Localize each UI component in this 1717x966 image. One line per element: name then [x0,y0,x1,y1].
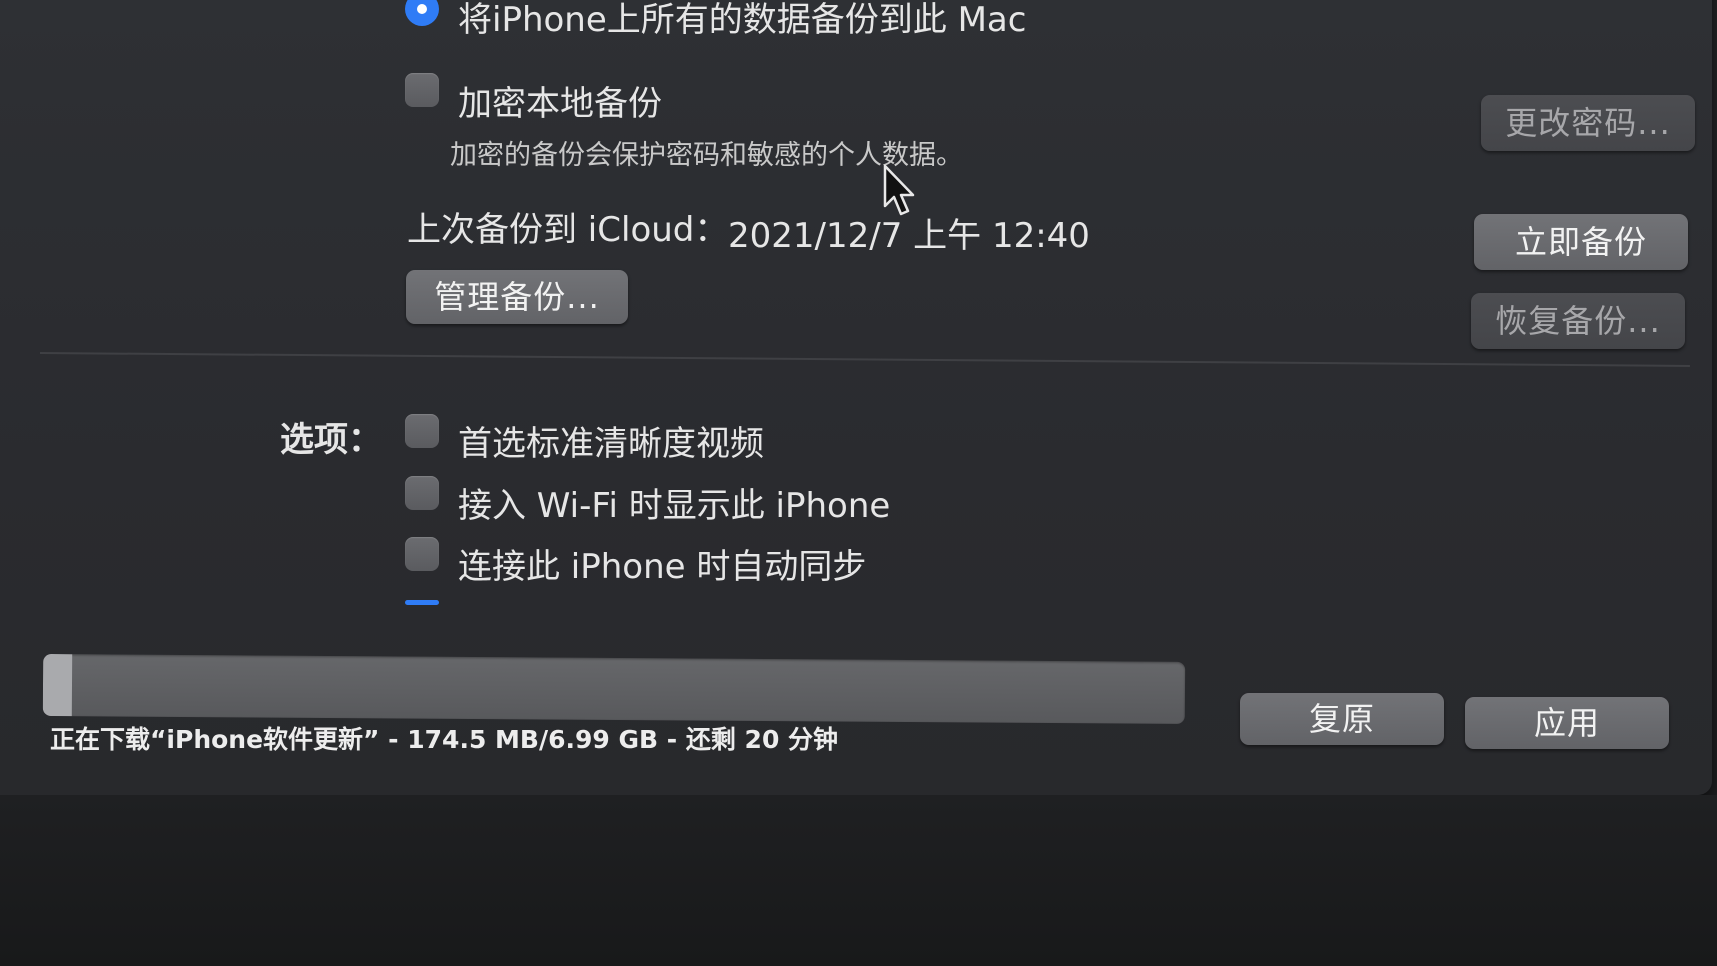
download-progress-bar [42,654,1186,724]
backup-now-button[interactable]: 立即备份 [1474,214,1688,270]
finder-device-window: 将iPhone上所有的数据备份到此 Mac 加密本地备份 加密的备份会保护密码和… [0,0,1712,795]
manage-backups-button[interactable]: 管理备份... [406,270,628,324]
encrypt-backup-label: 加密本地备份 [458,84,662,124]
mouse-cursor-icon [883,164,915,216]
download-progress-fill [42,654,72,717]
show-on-wifi-label: 接入 Wi-Fi 时显示此 iPhone [458,486,891,526]
desk-background [0,795,1717,966]
backup-to-mac-radio[interactable] [405,0,439,26]
apply-button[interactable]: 应用 [1465,697,1669,749]
auto-sync-checkbox[interactable] [405,537,439,571]
section-divider [39,352,1690,367]
backup-to-mac-label: 将iPhone上所有的数据备份到此 Mac [458,0,1027,40]
partial-option-checkbox[interactable] [405,600,439,605]
last-backup-label: 上次备份到 iCloud： [407,210,729,250]
screen: 将iPhone上所有的数据备份到此 Mac 加密本地备份 加密的备份会保护密码和… [0,0,1717,966]
change-password-button[interactable]: 更改密码... [1481,95,1695,151]
options-label: 选项： [280,420,382,460]
download-status-text: 正在下载“iPhone软件更新” - 174.5 MB/6.99 GB - 还剩… [50,725,839,754]
restore-backup-button[interactable]: 恢复备份... [1471,293,1685,349]
show-on-wifi-checkbox[interactable] [405,476,439,510]
encrypt-backup-checkbox[interactable] [405,73,439,107]
revert-button[interactable]: 复原 [1240,693,1444,745]
auto-sync-label: 连接此 iPhone 时自动同步 [458,547,867,587]
prefer-sd-video-checkbox[interactable] [405,414,439,448]
prefer-sd-video-label: 首选标准清晰度视频 [458,424,764,464]
